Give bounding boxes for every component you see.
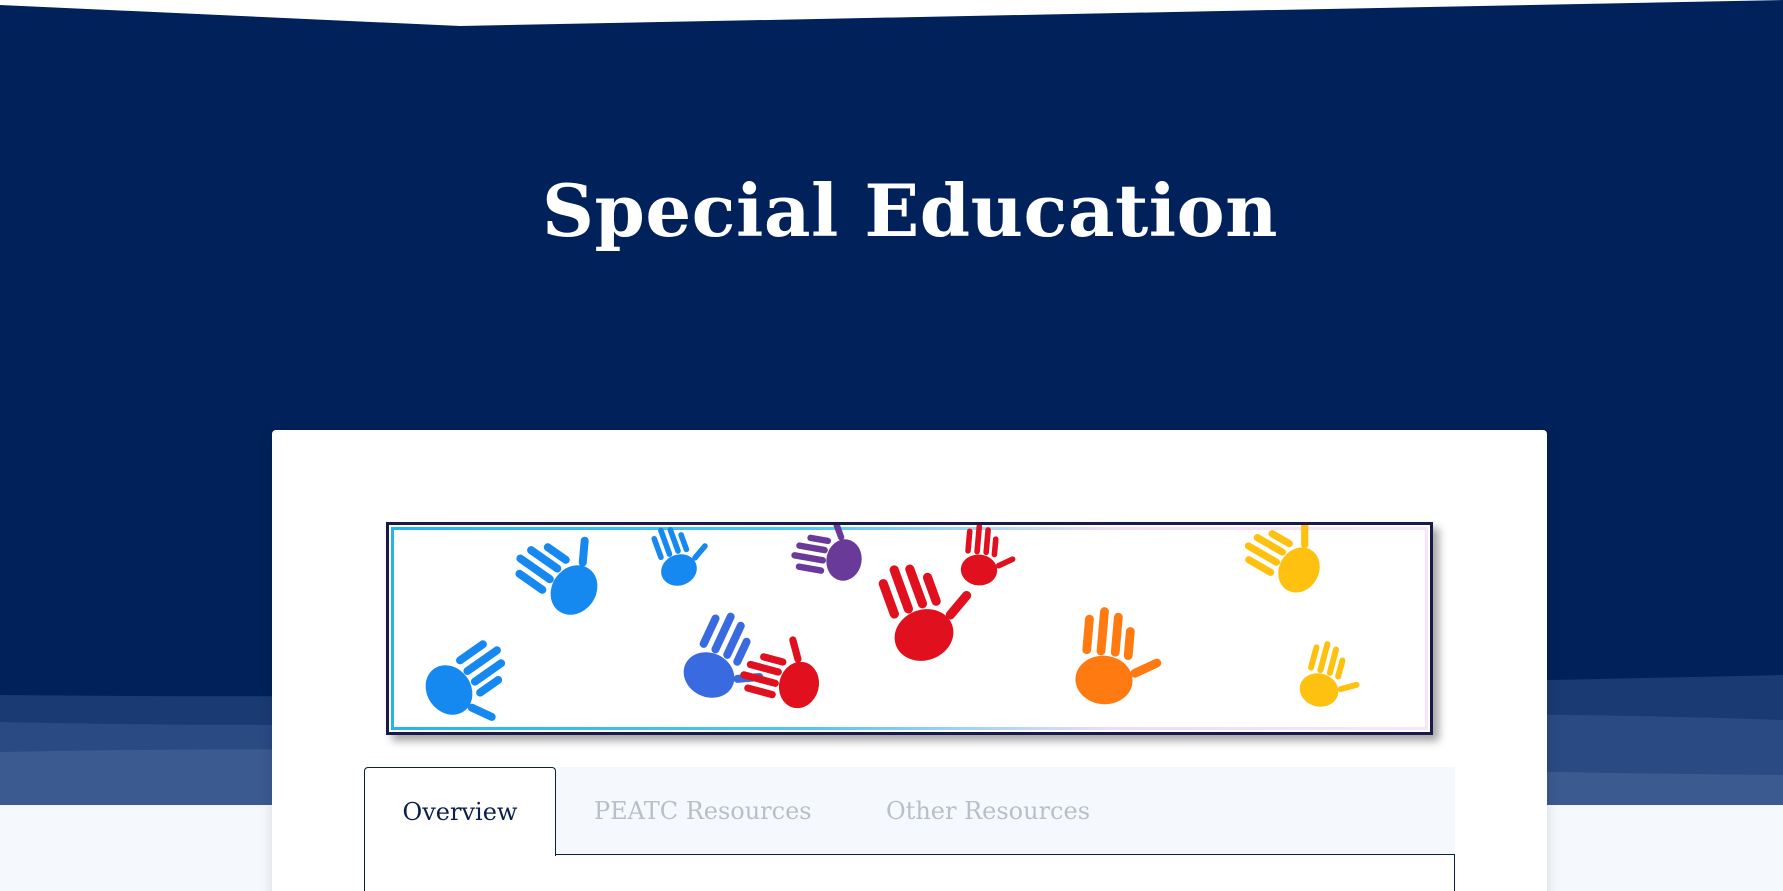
handprints-illustration (416, 525, 1370, 732)
tab-overview[interactable]: Overview (364, 767, 556, 856)
tab-panel (364, 855, 1455, 891)
page: Special Education Overview PEATC Resourc… (0, 0, 1783, 891)
page-title: Special Education (542, 168, 1278, 253)
tab-peatc-resources[interactable]: PEATC Resources (594, 767, 812, 855)
tab-bar: Overview PEATC Resources Other Resources (364, 767, 1455, 856)
banner-image (386, 522, 1433, 735)
content-card: Overview PEATC Resources Other Resources (272, 430, 1547, 891)
tab-other-resources[interactable]: Other Resources (886, 767, 1090, 855)
